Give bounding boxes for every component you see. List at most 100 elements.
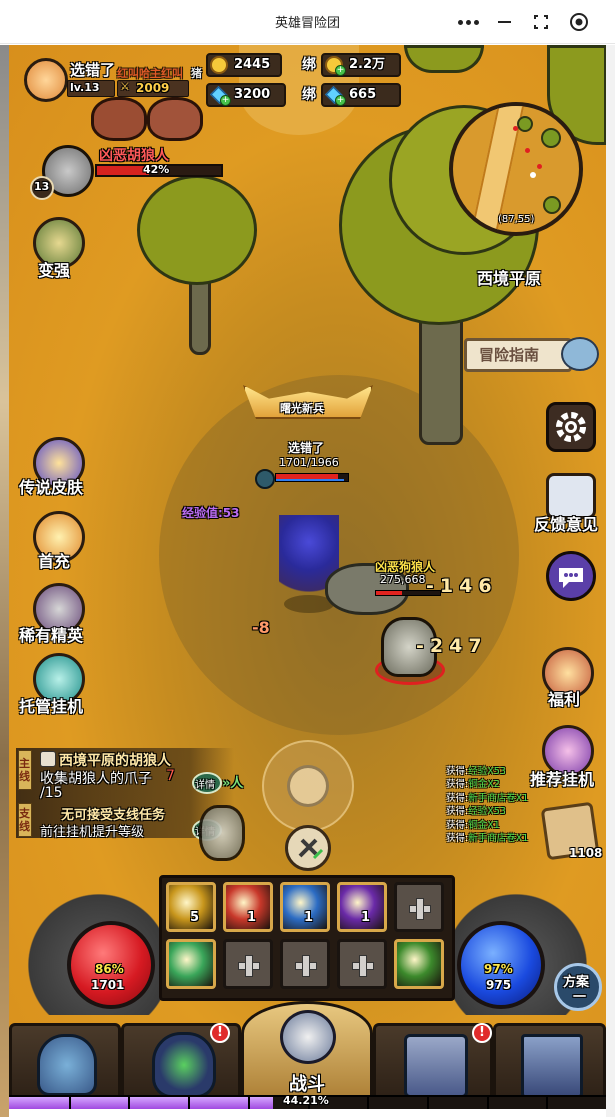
minimap-player-dot bbox=[530, 172, 536, 178]
minimap[interactable]: (87,55) bbox=[449, 102, 583, 236]
empty-skill-slot[interactable] bbox=[337, 939, 387, 989]
minimap-tree bbox=[517, 116, 533, 132]
main-quest-progress-total: /15 bbox=[40, 785, 63, 801]
gear-icon[interactable] bbox=[546, 402, 596, 452]
player-power: 2009 bbox=[136, 81, 170, 95]
hero-name: 选错了 bbox=[288, 441, 325, 455]
bound-gold-label: 绑 bbox=[302, 57, 316, 73]
joystick-icon[interactable] bbox=[262, 740, 354, 832]
boar-monster bbox=[147, 97, 203, 141]
target-hp-percent: 42% bbox=[143, 163, 170, 176]
gold-coin-icon bbox=[210, 56, 228, 74]
enemy-hp-text: 275,668 bbox=[380, 573, 426, 586]
joystick-knob[interactable] bbox=[287, 765, 329, 807]
exp-percent: 44.21% bbox=[283, 1094, 329, 1107]
minimap-enemy-dot bbox=[513, 126, 518, 131]
loot-log-line: 获得:经验X53 bbox=[446, 763, 506, 777]
bound-gold-counter[interactable]: + 2.2万 bbox=[321, 53, 401, 77]
main-quest-tag-text: 主线 bbox=[19, 757, 30, 783]
auto-attack-button[interactable] bbox=[285, 825, 331, 871]
plan-line2: 一 bbox=[573, 990, 587, 1005]
guide-mascot-icon bbox=[561, 337, 599, 371]
tree-crown bbox=[137, 175, 257, 285]
skill-slot[interactable] bbox=[166, 939, 216, 989]
helmet-icon bbox=[152, 1032, 216, 1098]
exp-bar-divider bbox=[426, 1097, 429, 1109]
exp-gain-text: 经验值:53 bbox=[182, 506, 240, 520]
skill-charge-count: 1 bbox=[246, 910, 256, 925]
loot-log-line: 获得:铜金X1 bbox=[446, 817, 500, 831]
detail-label: 详情 bbox=[195, 780, 215, 791]
loot-log-line: 获得:新手商店卷X1 bbox=[446, 830, 528, 844]
close-mini-program-icon[interactable] bbox=[566, 10, 592, 34]
mp-value: 975 bbox=[486, 978, 512, 992]
right-menu-label: 推荐挂机 bbox=[530, 770, 595, 789]
main-quest-title[interactable]: 西境平原的胡狼人 bbox=[59, 750, 171, 770]
bound-diamond-counter[interactable]: + 665 bbox=[321, 83, 401, 107]
skill-slot[interactable]: 1 bbox=[337, 882, 387, 932]
damage-number: -146 bbox=[426, 575, 498, 597]
skill-slot[interactable]: 1 bbox=[280, 882, 330, 932]
minimap-tree bbox=[543, 196, 561, 214]
restore-icon[interactable] bbox=[528, 10, 554, 34]
exp-bar-divider bbox=[486, 1097, 489, 1109]
rock-icon bbox=[37, 1034, 97, 1096]
skill-charge-count: 1 bbox=[360, 910, 370, 925]
title-bar: 英雄冒险团 bbox=[0, 0, 615, 44]
hero-hp-text: 1701/1966 bbox=[279, 456, 339, 469]
battle-label: 战斗 bbox=[289, 1074, 325, 1095]
gate-icon bbox=[404, 1034, 468, 1098]
loot-log-line: 获得:经验X53 bbox=[446, 803, 506, 817]
skill-charge-count: 1 bbox=[303, 910, 313, 925]
loot-item: 新手商店卷X1 bbox=[468, 792, 529, 804]
left-menu-label: 稀有精英 bbox=[19, 626, 84, 645]
player-level: lv.13 bbox=[70, 81, 100, 94]
hp-value: 1701 bbox=[91, 978, 125, 992]
left-menu-label: 托管挂机 bbox=[19, 697, 84, 716]
target-level: 13 bbox=[34, 180, 50, 193]
bound-diamond-label: 绑 bbox=[302, 87, 316, 103]
skill-slot[interactable]: 5 bbox=[166, 882, 216, 932]
player-name: 选错了 bbox=[70, 61, 116, 79]
exp-bar-divider bbox=[188, 1097, 191, 1109]
minimap-enemy-dot bbox=[525, 148, 530, 153]
minimize-icon[interactable] bbox=[492, 10, 518, 34]
more-options-icon[interactable] bbox=[455, 10, 481, 34]
game-viewport[interactable]: 选错了 红叫哈主红叫 lv.13 ⚔ 2009 猪 2445 绑 + 2.2万 … bbox=[9, 45, 606, 1109]
minimap-tree bbox=[541, 128, 561, 148]
skill-slot[interactable] bbox=[394, 939, 444, 989]
loot-log-line: 获得:铜金X2 bbox=[446, 776, 500, 790]
loot-prefix: 获得: bbox=[446, 766, 469, 777]
empty-skill-slot[interactable] bbox=[394, 882, 444, 932]
castle-icon bbox=[521, 1034, 583, 1098]
chat-bubble-icon[interactable] bbox=[546, 551, 596, 601]
left-menu-label: 首充 bbox=[38, 552, 71, 571]
target-hp-fill bbox=[97, 166, 150, 175]
empty-skill-slot[interactable] bbox=[223, 939, 273, 989]
exp-bar-divider bbox=[247, 1097, 250, 1109]
loot-prefix: 获得: bbox=[446, 819, 469, 831]
skill-slot[interactable]: 1 bbox=[223, 882, 273, 932]
damage-number: -247 bbox=[416, 635, 488, 657]
diamond-counter[interactable]: + 3200 bbox=[206, 83, 286, 107]
loot-item: 铜金X1 bbox=[468, 819, 500, 831]
window-title: 英雄冒险团 bbox=[274, 16, 340, 31]
player-avatar[interactable] bbox=[24, 58, 68, 102]
exp-bar-fill bbox=[9, 1097, 273, 1109]
plus-icon: + bbox=[220, 95, 231, 106]
left-menu-label: 传说皮肤 bbox=[19, 478, 84, 497]
quest-scroll-icon bbox=[40, 751, 56, 767]
gold-counter[interactable]: 2445 bbox=[206, 53, 282, 77]
enemy-hp-fill bbox=[376, 591, 402, 595]
hp-percent: 86% bbox=[95, 962, 124, 976]
minimap-coords: (87,55) bbox=[498, 214, 535, 225]
skill-charge-count: 5 bbox=[189, 910, 199, 925]
loot-item: 经验X53 bbox=[468, 806, 506, 818]
exp-bar-divider bbox=[367, 1097, 370, 1109]
target-name: 凶恶胡狼人 bbox=[99, 148, 169, 164]
tree-crown bbox=[404, 45, 484, 73]
guide-label: 冒险指南 bbox=[479, 346, 540, 364]
main-quest-progress-current: 7 bbox=[166, 768, 175, 784]
empty-skill-slot[interactable] bbox=[280, 939, 330, 989]
bag-count: 1108 bbox=[569, 846, 603, 860]
